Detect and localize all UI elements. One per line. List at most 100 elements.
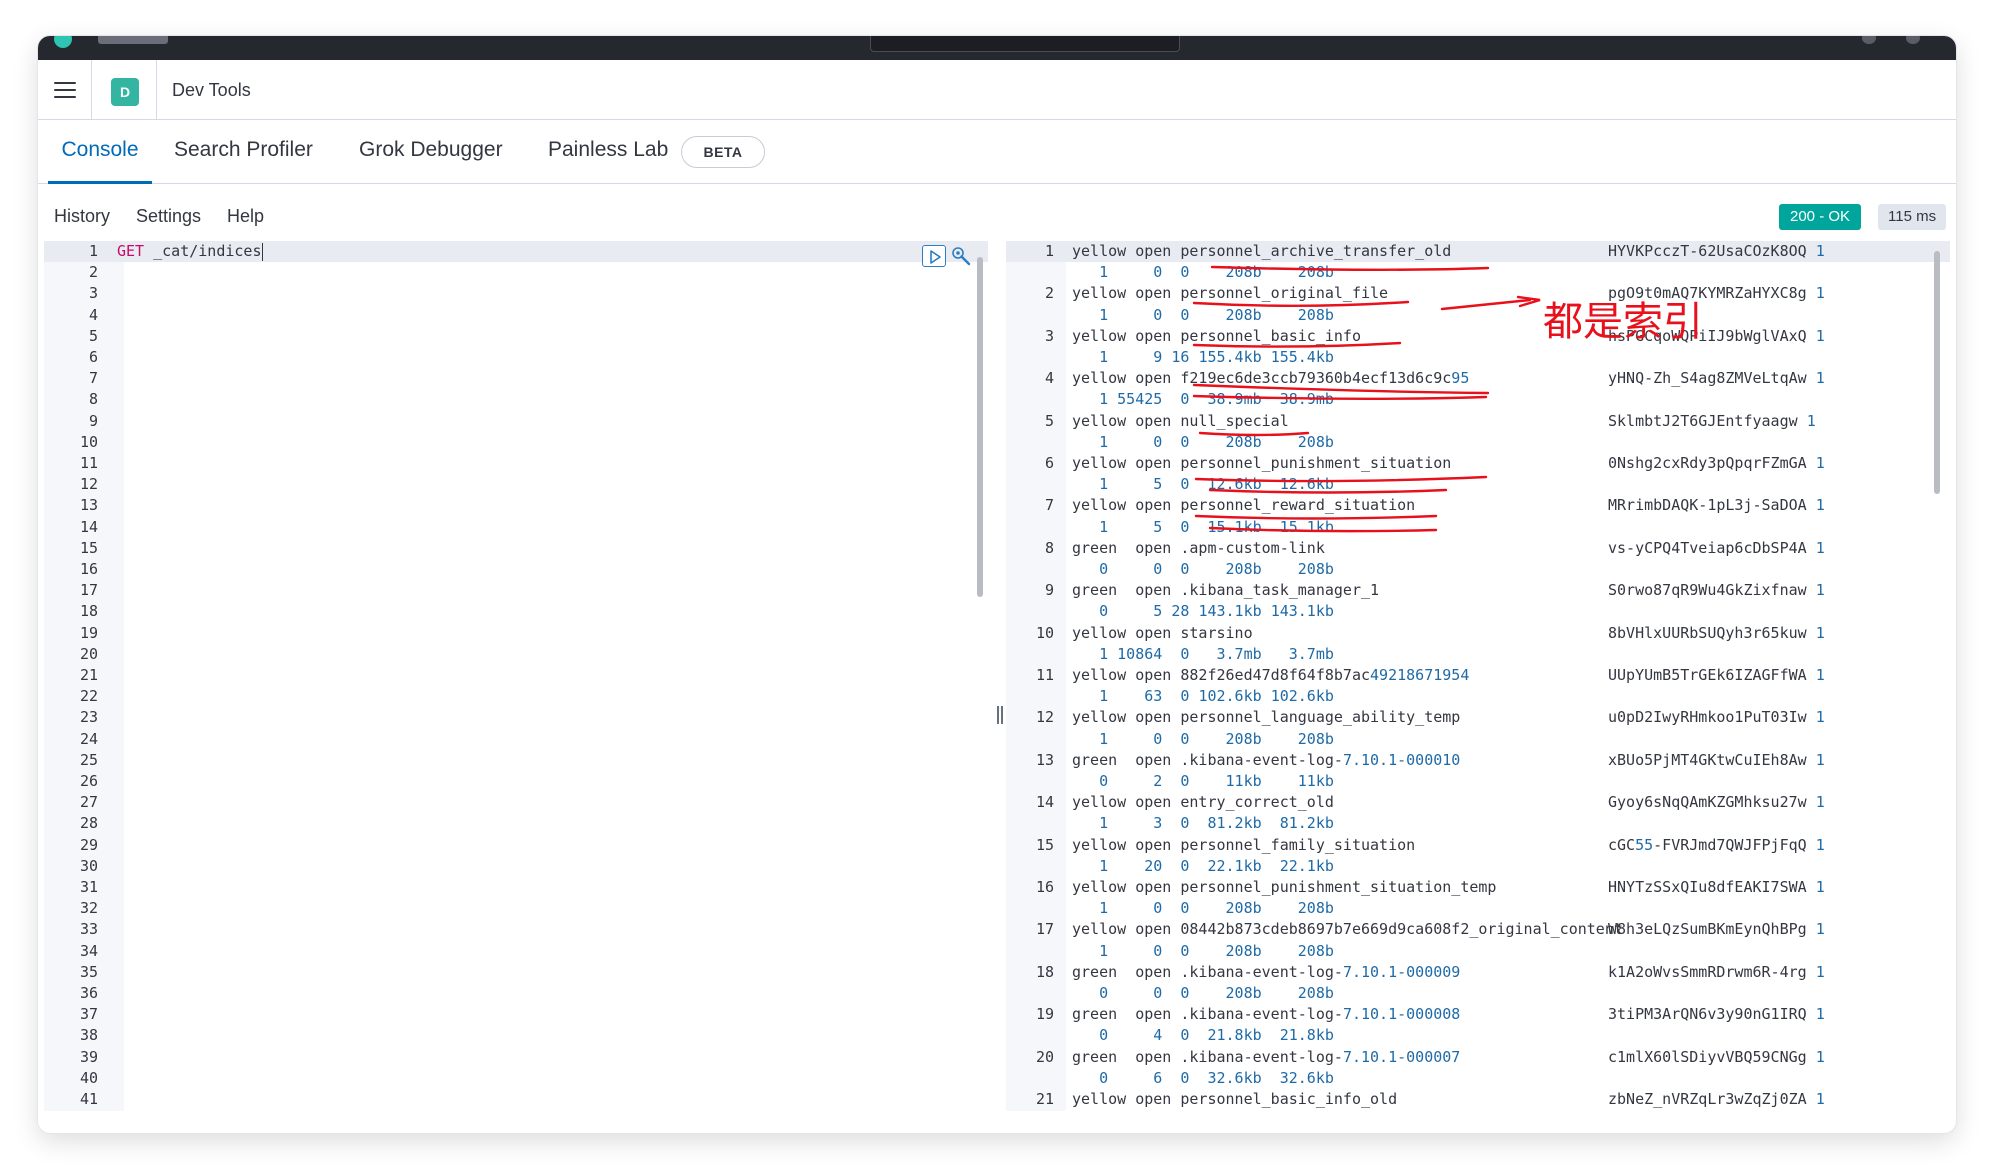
request-editor[interactable]: 1 2 3 4 5 6 7 8 9 10 11 12 13 14 15 16 17 18 19 20 21 22 23 24 2… xyxy=(44,241,988,1111)
index-uuid: u0pD2IwyRHmkoo1PuT03Iw 1 xyxy=(1608,708,1825,727)
index-stats: 0 2 0 11kb 11kb xyxy=(1099,772,1334,790)
index-row: yellow open entry_correct_old xyxy=(1072,793,1334,812)
index-stats: 0 0 0 208b 208b xyxy=(1099,984,1334,1002)
index-stats: 1 10864 0 3.7mb 3.7mb xyxy=(1099,644,1334,663)
editor-line-number: 9 xyxy=(88,411,98,430)
index-row: yellow open personnel_archive_transfer_o… xyxy=(1072,242,1452,260)
editor-line-number: 20 xyxy=(79,644,98,663)
index-stats: 1 0 0 208b 208b xyxy=(1099,899,1334,918)
help-link[interactable]: Help xyxy=(227,206,264,227)
editor-line-number: 32 xyxy=(79,899,98,918)
editor-line-number: 2 xyxy=(88,263,98,282)
header-divider xyxy=(156,60,157,120)
output-line-number: 13 xyxy=(1035,750,1054,769)
breadcrumb-dev-tools[interactable]: Dev Tools xyxy=(172,80,251,101)
output-line-number: 12 xyxy=(1035,708,1054,727)
index-uuid: 0Nshg2cxRdy3pQpqrFZmGA 1 xyxy=(1608,454,1825,472)
index-uuid: S0rwo87qR9Wu4GkZixfnaw 1 xyxy=(1608,581,1825,600)
output-line-number: 18 xyxy=(1035,962,1054,981)
index-stats: 0 4 0 21.8kb 21.8kb xyxy=(1099,1026,1334,1045)
tab-search-profiler[interactable]: Search Profiler xyxy=(174,138,313,184)
index-stats: 1 3 0 81.2kb 81.2kb xyxy=(1099,814,1334,833)
output-line-number: 14 xyxy=(1035,793,1054,812)
editor-line-number: 17 xyxy=(79,581,98,600)
index-row: green open .kibana_task_manager_1 xyxy=(1072,581,1380,600)
tab-grok-debugger[interactable]: Grok Debugger xyxy=(359,138,503,184)
editor-line-number: 36 xyxy=(79,984,98,1002)
help-icon[interactable] xyxy=(1862,36,1876,44)
editor-line-number: 12 xyxy=(79,475,98,494)
output-line-number: 15 xyxy=(1035,835,1054,854)
index-uuid: c1mlX60lSDiyvVBQ59CNGg 1 xyxy=(1608,1047,1825,1066)
output-line-number: 16 xyxy=(1035,878,1054,896)
index-row: yellow open personnel_basic_info xyxy=(1072,326,1361,345)
panel-resizer[interactable] xyxy=(995,241,1005,1111)
response-output[interactable]: 1 yellow open personnel_archive_transfer_… xyxy=(1006,241,1950,1111)
output-line-number: 6 xyxy=(1044,454,1054,472)
editor-line-number: 4 xyxy=(88,305,98,324)
editor-line-number: 27 xyxy=(79,793,98,812)
index-uuid: SklmbtJ2T6GJEntfyaagw 1 xyxy=(1608,411,1816,430)
index-row: yellow open 08442b873cdeb8697b7e669d9ca6… xyxy=(1072,920,1623,939)
send-request-button[interactable] xyxy=(922,245,946,267)
index-uuid: xBUo5PjMT4GKtwCuIEh8Aw 1 xyxy=(1608,750,1825,769)
user-avatar-icon[interactable] xyxy=(1906,36,1920,44)
editor-line-number: 22 xyxy=(79,687,98,706)
index-stats: 0 5 28 143.1kb 143.1kb xyxy=(1099,602,1334,621)
editor-line-number: 7 xyxy=(88,369,98,388)
output-line-number: 17 xyxy=(1035,920,1054,939)
index-uuid: MRrimbDAQK-1pL3j-SaDOA 1 xyxy=(1608,496,1825,515)
editor-line-number: 21 xyxy=(79,666,98,684)
tab-console[interactable]: Console xyxy=(48,138,152,184)
elastic-logo-icon[interactable] xyxy=(54,36,72,48)
index-row: yellow open personnel_original_file xyxy=(1072,284,1389,303)
global-search-input[interactable] xyxy=(870,36,1180,52)
index-stats: 0 6 0 32.6kb 32.6kb xyxy=(1099,1068,1334,1087)
index-uuid: cGC55-FVRJmd7QWJFPjFqQ 1 xyxy=(1608,835,1825,854)
index-row: yellow open personnel_punishment_situati… xyxy=(1072,878,1497,896)
editor-line-number: 1 xyxy=(88,242,98,260)
editor-line-number: 3 xyxy=(88,284,98,303)
output-line-number: 4 xyxy=(1044,369,1054,388)
settings-link[interactable]: Settings xyxy=(136,206,201,227)
index-row: yellow open null_special xyxy=(1072,411,1289,430)
brand-name xyxy=(98,36,168,44)
annotation-label: 都是索引 xyxy=(1543,299,1703,345)
index-stats: 1 0 0 208b 208b xyxy=(1099,941,1334,960)
index-row: yellow open starsino xyxy=(1072,623,1253,642)
editor-line-number: 10 xyxy=(79,432,98,451)
index-row: yellow open personnel_reward_situation xyxy=(1072,496,1416,515)
output-scrollbar[interactable] xyxy=(1934,251,1940,494)
output-line-number: 21 xyxy=(1035,1090,1054,1108)
index-stats: 1 55425 0 38.9mb 38.9mb xyxy=(1099,390,1334,409)
index-stats: 1 0 0 208b 208b xyxy=(1099,432,1334,451)
index-uuid: HYVKPcczT-62UsaCOzK8OQ 1 xyxy=(1608,242,1825,260)
hamburger-menu-icon[interactable] xyxy=(54,82,76,98)
space-avatar[interactable]: D xyxy=(111,78,139,106)
output-line-number: 10 xyxy=(1035,623,1054,642)
request-path: _cat/indices xyxy=(153,242,262,260)
index-stats: 1 0 0 208b 208b xyxy=(1099,729,1334,748)
output-line-number: 5 xyxy=(1044,411,1054,430)
index-uuid: k1A2oWvsSmmRDrwm6R-4rg 1 xyxy=(1608,962,1825,981)
index-uuid: W8h3eLQzSumBKmEynQhBPg 1 xyxy=(1608,920,1825,939)
index-row: yellow open personnel_basic_info_old xyxy=(1072,1090,1398,1108)
history-link[interactable]: History xyxy=(54,206,110,227)
tab-painless-lab[interactable]: Painless Lab xyxy=(548,138,668,184)
request-line[interactable]: GET _cat/indices xyxy=(117,241,263,262)
editor-scrollbar[interactable] xyxy=(977,257,983,597)
editor-line-number: 15 xyxy=(79,538,98,557)
vertical-grip-icon xyxy=(997,706,1003,724)
index-stats: 1 5 0 12.6kb 12.6kb xyxy=(1099,475,1334,494)
index-uuid: Gyoy6sNqQAmKZGMhksu27w 1 xyxy=(1608,793,1825,812)
app-window: D Dev Tools Console Search Profiler Grok… xyxy=(38,36,1956,1133)
request-options-button[interactable] xyxy=(950,245,972,267)
editor-line-number: 38 xyxy=(79,1026,98,1045)
editor-line-number: 16 xyxy=(79,560,98,578)
header-divider xyxy=(91,60,92,120)
output-line-number: 7 xyxy=(1044,496,1054,515)
index-row: yellow open personnel_language_ability_t… xyxy=(1072,708,1461,727)
output-line-number: 2 xyxy=(1044,284,1054,303)
response-time-badge: 115 ms xyxy=(1878,204,1947,230)
editor-line-number: 29 xyxy=(79,835,98,854)
